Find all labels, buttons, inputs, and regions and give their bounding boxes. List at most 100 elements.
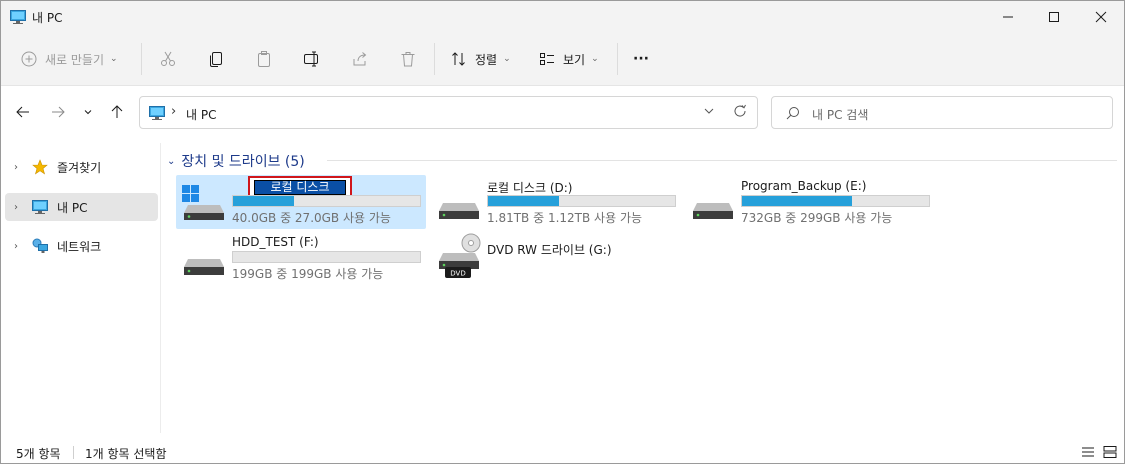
expand-chevron-icon[interactable]: ›	[5, 162, 27, 173]
hard-drive-icon	[439, 203, 479, 219]
sort-label: 정렬	[475, 52, 498, 67]
view-list-icon	[540, 53, 554, 65]
hard-drive-icon	[184, 259, 224, 275]
usage-bar-fill	[233, 196, 294, 206]
dvd-drive-icon: DVD	[439, 233, 481, 278]
collapse-chevron-icon: ⌄	[167, 155, 176, 167]
sidebar-item-this-pc[interactable]: › 내 PC	[5, 193, 158, 221]
sidebar-item-label: 내 PC	[57, 200, 88, 215]
share-button[interactable]	[351, 45, 369, 73]
expand-chevron-icon[interactable]: ›	[5, 241, 27, 252]
maximize-button[interactable]	[1031, 1, 1077, 33]
drive-item-g[interactable]: DVD DVD RW 드라이브 (G:)	[431, 231, 681, 285]
status-bar: 5개 항목 1개 항목 선택함	[1, 441, 1124, 464]
hard-drive-icon	[693, 203, 733, 219]
sidebar-item-network[interactable]: › 네트워크	[5, 232, 158, 260]
drive-space-info: 199GB 중 199GB 사용 가능	[232, 267, 384, 281]
trash-icon	[401, 52, 415, 67]
sidebar-item-label: 즐겨찾기	[57, 160, 102, 175]
rename-button[interactable]	[303, 45, 321, 73]
delete-button[interactable]	[399, 45, 417, 73]
view-button[interactable]: 보기 ⌄	[539, 45, 599, 73]
share-icon	[353, 52, 367, 66]
details-view-icon	[1082, 447, 1094, 457]
file-explorer-window: 내 PC 새로 만들기 ⌄ 정렬 ⌄ 보기 ⌄ ··· › 내 PC 내 PC …	[0, 0, 1125, 464]
search-icon	[786, 107, 799, 120]
title-bar: 내 PC	[1, 1, 1124, 33]
item-count: 5개 항목	[16, 447, 61, 461]
windows-drive-icon	[182, 185, 224, 220]
forward-button[interactable]	[47, 101, 69, 123]
drive-name: 로컬 디스크 (D:)	[487, 181, 573, 195]
drive-item-d[interactable]: 로컬 디스크 (D:) 1.81TB 중 1.12TB 사용 가능	[431, 175, 681, 229]
search-input[interactable]: 내 PC 검색	[812, 106, 868, 123]
sidebar-item-favorites[interactable]: › 즐겨찾기	[5, 153, 158, 181]
arrow-right-icon	[52, 106, 65, 118]
toolbar-divider	[434, 43, 435, 75]
pc-icon	[31, 199, 49, 215]
sort-icon	[452, 52, 465, 66]
refresh-button[interactable]	[733, 104, 747, 122]
address-bar[interactable]: › 내 PC	[139, 96, 758, 129]
drive-name: Program_Backup (E:)	[741, 179, 867, 193]
sidebar-item-label: 네트워크	[57, 239, 102, 254]
chevron-down-icon: ⌄	[110, 54, 118, 64]
drive-item-e[interactable]: Program_Backup (E:) 732GB 중 299GB 사용 가능	[685, 175, 935, 229]
breadcrumb-item[interactable]: 내 PC	[186, 106, 216, 123]
minimize-button[interactable]	[985, 1, 1031, 33]
minimize-icon	[1003, 16, 1013, 18]
new-label: 새로 만들기	[45, 52, 105, 67]
drive-name: HDD_TEST (F:)	[232, 235, 319, 249]
sort-button[interactable]: 정렬 ⌄	[451, 45, 511, 73]
clipboard-icon	[258, 51, 270, 67]
paste-button[interactable]	[255, 45, 273, 73]
status-divider	[73, 446, 74, 459]
up-button[interactable]	[106, 101, 128, 123]
drives-group-header[interactable]: ⌄ 장치 및 드라이브 (5)	[167, 151, 305, 171]
cut-button[interactable]	[159, 45, 177, 73]
usage-bar	[741, 195, 930, 207]
view-label: 보기	[563, 52, 586, 67]
network-icon	[31, 238, 49, 254]
recent-locations-button[interactable]	[78, 101, 98, 123]
close-button[interactable]	[1078, 1, 1124, 33]
breadcrumb-separator: ›	[171, 104, 177, 119]
drive-space-info: 40.0GB 중 27.0GB 사용 가능	[232, 211, 391, 225]
chevron-down-icon	[84, 110, 92, 115]
scissors-icon	[161, 51, 175, 66]
copy-icon	[210, 52, 222, 67]
back-button[interactable]	[12, 101, 34, 123]
details-view-button[interactable]	[1080, 444, 1096, 460]
more-options-button[interactable]: ···	[633, 45, 649, 73]
toolbar-divider	[141, 43, 142, 75]
copy-button[interactable]	[207, 45, 225, 73]
pc-icon	[10, 10, 26, 24]
usage-bar	[232, 195, 421, 207]
drive-space-info: 732GB 중 299GB 사용 가능	[741, 211, 893, 225]
command-bar: 새로 만들기 ⌄ 정렬 ⌄ 보기 ⌄ ···	[1, 33, 1124, 86]
tiles-view-icon	[1103, 446, 1117, 458]
new-button[interactable]: 새로 만들기 ⌄	[21, 45, 118, 73]
tiles-view-button[interactable]	[1102, 444, 1118, 460]
usage-bar	[487, 195, 676, 207]
drive-item-c[interactable]: 로컬 디스크 40.0GB 중 27.0GB 사용 가능	[176, 175, 426, 229]
more-icon: ···	[633, 51, 649, 67]
search-box[interactable]: 내 PC 검색	[771, 96, 1113, 129]
arrow-left-icon	[16, 106, 29, 118]
pc-icon	[149, 106, 165, 120]
drive-space-info: 1.81TB 중 1.12TB 사용 가능	[487, 211, 643, 225]
rename-input[interactable]: 로컬 디스크	[254, 180, 346, 195]
group-divider	[327, 160, 1117, 161]
plus-circle-icon	[21, 51, 37, 67]
arrow-up-icon	[111, 105, 123, 118]
chevron-down-icon: ⌄	[591, 54, 599, 64]
chevron-down-icon: ⌄	[503, 54, 511, 64]
address-history-button[interactable]	[703, 105, 715, 120]
refresh-icon	[734, 104, 746, 117]
close-icon	[1095, 11, 1107, 23]
maximize-icon	[1049, 12, 1059, 22]
group-title: 장치 및 드라이브 (5)	[181, 154, 305, 170]
expand-chevron-icon[interactable]: ›	[5, 202, 27, 213]
drive-name: DVD RW 드라이브 (G:)	[487, 243, 612, 257]
drive-item-f[interactable]: HDD_TEST (F:) 199GB 중 199GB 사용 가능	[176, 231, 426, 285]
